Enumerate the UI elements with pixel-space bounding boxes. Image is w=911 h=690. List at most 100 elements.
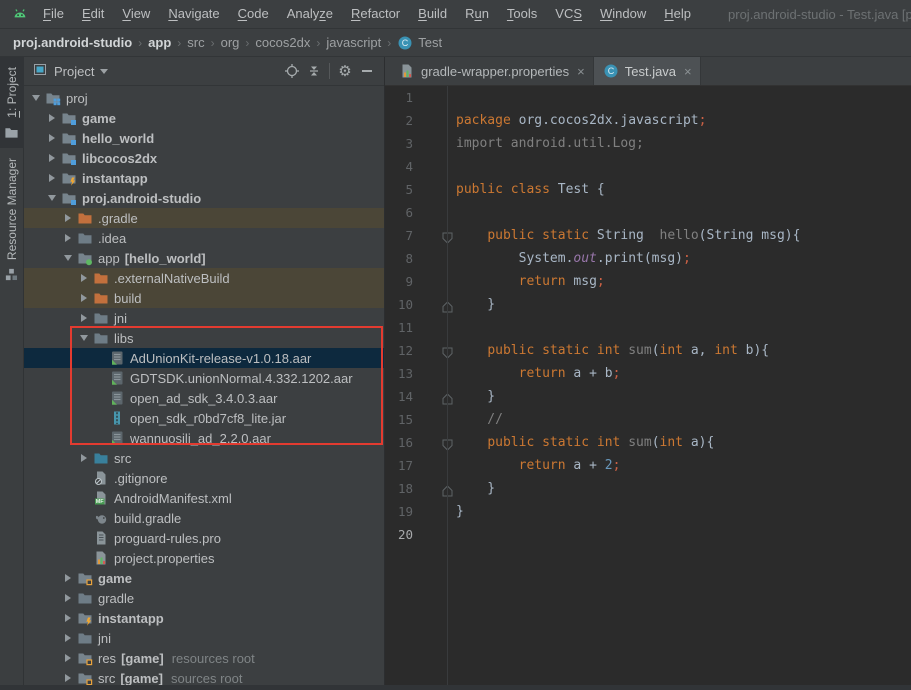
code-line-7[interactable]: 7 public static String hello(String msg)… (385, 224, 911, 247)
code-line-13[interactable]: 13 return a + b; (385, 362, 911, 385)
code-line-11[interactable]: 11 (385, 316, 911, 339)
tree-row-androidmanifest-xml[interactable]: MF AndroidManifest.xml (24, 488, 384, 508)
tree-down-arrow-icon[interactable] (44, 195, 60, 201)
close-tab-icon[interactable]: × (577, 64, 585, 79)
tree-row-res[interactable]: res [game] resources root (24, 648, 384, 668)
close-tab-icon[interactable]: × (684, 64, 692, 79)
code-editor[interactable]: 1 2 package org.cocos2dx.javascript; 3 impor… (385, 86, 911, 690)
settings-button[interactable]: ⚙ (334, 60, 356, 82)
menu-vcs[interactable]: VCS (546, 0, 591, 28)
menu-help[interactable]: Help (655, 0, 700, 28)
tree-row-game[interactable]: game (24, 568, 384, 588)
code-line-1[interactable]: 1 (385, 86, 911, 109)
tree-row-build-gradle[interactable]: build.gradle (24, 508, 384, 528)
tree-down-arrow-icon[interactable] (28, 95, 44, 101)
collapse-all-button[interactable] (303, 60, 325, 82)
tree-right-arrow-icon[interactable] (76, 314, 92, 322)
tree-right-arrow-icon[interactable] (76, 274, 92, 282)
code-line-15[interactable]: 15 // (385, 408, 911, 431)
tree-right-arrow-icon[interactable] (44, 154, 60, 162)
menu-analyze[interactable]: Analyze (278, 0, 342, 28)
tree-right-arrow-icon[interactable] (60, 234, 76, 242)
tree-row-open-sdk-r0bd7cf8-lite-jar[interactable]: open_sdk_r0bd7cf8_lite.jar (24, 408, 384, 428)
code-line-14[interactable]: 14 } (385, 385, 911, 408)
tree-row-open-ad-sdk-3-4-0-3-aar[interactable]: open_ad_sdk_3.4.0.3.aar (24, 388, 384, 408)
tree-row-build[interactable]: build (24, 288, 384, 308)
menu-refactor[interactable]: Refactor (342, 0, 409, 28)
tree-row-src[interactable]: src (24, 448, 384, 468)
tree-row--idea[interactable]: .idea (24, 228, 384, 248)
menu-navigate[interactable]: Navigate (159, 0, 228, 28)
menu-build[interactable]: Build (409, 0, 456, 28)
menu-window[interactable]: Window (591, 0, 655, 28)
breadcrumb-item-org[interactable]: org (218, 35, 243, 50)
tree-right-arrow-icon[interactable] (60, 574, 76, 582)
tool-tab-resource-manager[interactable]: Resource Manager (0, 148, 24, 290)
breadcrumb-item-cocos2dx[interactable]: cocos2dx (252, 35, 313, 50)
code-line-2[interactable]: 2 package org.cocos2dx.javascript; (385, 109, 911, 132)
code-line-10[interactable]: 10 } (385, 293, 911, 316)
tree-right-arrow-icon[interactable] (44, 134, 60, 142)
editor-tab-test-java[interactable]: C Test.java × (593, 57, 701, 85)
tree-row-wannuosili-ad-2-2-0-aar[interactable]: wannuosili_ad_2.2.0.aar (24, 428, 384, 448)
tree-right-arrow-icon[interactable] (76, 294, 92, 302)
tree-right-arrow-icon[interactable] (60, 674, 76, 682)
project-tree[interactable]: proj game hello_world libcocos2dx instantapp… (24, 86, 384, 690)
tree-right-arrow-icon[interactable] (60, 634, 76, 642)
menu-view[interactable]: View (113, 0, 159, 28)
project-view-title[interactable]: Project (54, 64, 94, 79)
tree-right-arrow-icon[interactable] (60, 614, 76, 622)
tree-row-project-properties[interactable]: project.properties (24, 548, 384, 568)
code-line-19[interactable]: 19} (385, 500, 911, 523)
breadcrumb-item-app[interactable]: app (145, 35, 174, 50)
tree-row-libs[interactable]: libs (24, 328, 384, 348)
menu-tools[interactable]: Tools (498, 0, 546, 28)
tree-row--gradle[interactable]: .gradle (24, 208, 384, 228)
tree-row-gradle[interactable]: gradle (24, 588, 384, 608)
tree-row-adunionkit-release-v1-0-18-aar[interactable]: AdUnionKit-release-v1.0.18.aar (24, 348, 384, 368)
tree-down-arrow-icon[interactable] (60, 255, 76, 261)
code-line-5[interactable]: 5 public class Test { (385, 178, 911, 201)
code-line-20[interactable]: 20 (385, 523, 911, 546)
tree-row-proguard-rules-pro[interactable]: proguard-rules.pro (24, 528, 384, 548)
tree-row-proj-android-studio[interactable]: proj.android-studio (24, 188, 384, 208)
code-line-18[interactable]: 18 } (385, 477, 911, 500)
tree-row-gdtsdk-unionnormal-4-332-1202-aar[interactable]: GDTSDK.unionNormal.4.332.1202.aar (24, 368, 384, 388)
tree-down-arrow-icon[interactable] (76, 335, 92, 341)
tree-right-arrow-icon[interactable] (60, 594, 76, 602)
tree-row--externalnativebuild[interactable]: .externalNativeBuild (24, 268, 384, 288)
locate-file-button[interactable] (281, 60, 303, 82)
tree-row-jni[interactable]: jni (24, 628, 384, 648)
tree-right-arrow-icon[interactable] (60, 654, 76, 662)
tool-tab-1-project[interactable]: 1: Project (0, 57, 24, 148)
tree-right-arrow-icon[interactable] (60, 214, 76, 222)
code-line-12[interactable]: 12 public static int sum(int a, int b){ (385, 339, 911, 362)
breadcrumb-item-test[interactable]: C Test (394, 35, 445, 51)
tree-row-hello-world[interactable]: hello_world (24, 128, 384, 148)
tree-row-instantapp[interactable]: instantapp (24, 608, 384, 628)
code-line-3[interactable]: 3 import android.util.Log; (385, 132, 911, 155)
breadcrumb-item-javascript[interactable]: javascript (323, 35, 384, 50)
code-line-6[interactable]: 6 (385, 201, 911, 224)
tree-row-proj[interactable]: proj (24, 88, 384, 108)
breadcrumb-item-src[interactable]: src (184, 35, 207, 50)
tree-row-game[interactable]: game (24, 108, 384, 128)
tree-row-instantapp[interactable]: instantapp (24, 168, 384, 188)
tree-row--gitignore[interactable]: .gitignore (24, 468, 384, 488)
breadcrumb-item-proj.android-studio[interactable]: proj.android-studio (10, 35, 135, 50)
code-line-8[interactable]: 8 System.out.print(msg); (385, 247, 911, 270)
menu-edit[interactable]: Edit (73, 0, 113, 28)
menu-run[interactable]: Run (456, 0, 498, 28)
code-line-9[interactable]: 9 return msg; (385, 270, 911, 293)
tree-row-app[interactable]: app [hello_world] (24, 248, 384, 268)
code-line-17[interactable]: 17 return a + 2; (385, 454, 911, 477)
tree-right-arrow-icon[interactable] (76, 454, 92, 462)
tree-right-arrow-icon[interactable] (44, 114, 60, 122)
menu-file[interactable]: File (34, 0, 73, 28)
tree-row-jni[interactable]: jni (24, 308, 384, 328)
menu-code[interactable]: Code (229, 0, 278, 28)
hide-panel-button[interactable] (356, 60, 378, 82)
chevron-down-icon[interactable] (100, 68, 109, 74)
editor-tab-gradle-wrapper-properties[interactable]: gradle-wrapper.properties × (390, 57, 594, 85)
tree-row-libcocos2dx[interactable]: libcocos2dx (24, 148, 384, 168)
